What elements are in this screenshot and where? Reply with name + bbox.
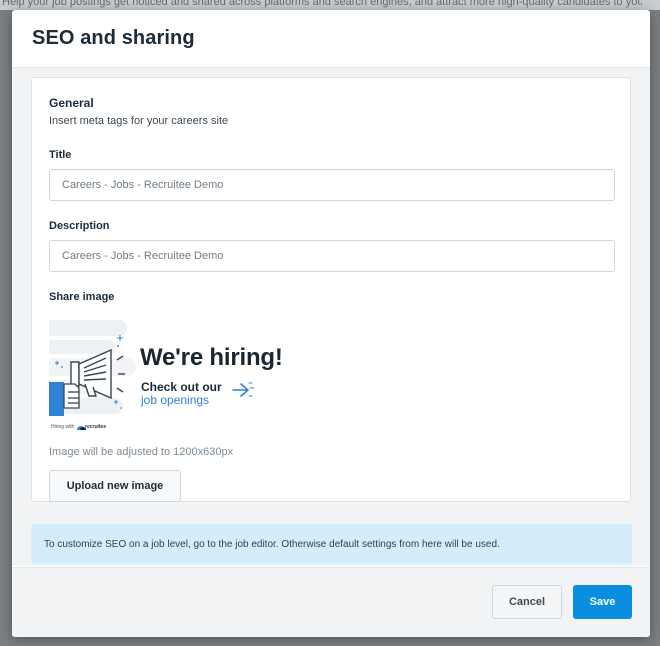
modal-header: SEO and sharing	[12, 10, 650, 68]
modal-body: General Insert meta tags for your career…	[12, 68, 650, 566]
share-image-brand: recruitee	[85, 424, 107, 430]
upload-image-button[interactable]: Upload new image	[49, 470, 181, 502]
backdrop-overlay: Help your job postings get noticed and s…	[0, 0, 660, 10]
share-image-line1: Check out our	[141, 380, 222, 394]
section-heading-general: General	[49, 96, 94, 110]
share-image-headline: We're hiring!	[140, 344, 283, 371]
title-input[interactable]	[49, 169, 615, 201]
info-banner-text: To customize SEO on a job level, go to t…	[44, 538, 500, 550]
modal-footer: Cancel Save	[12, 567, 650, 637]
seo-sharing-modal: SEO and sharing General Insert meta tags…	[12, 10, 650, 637]
modal-title: SEO and sharing	[32, 27, 195, 49]
description-input[interactable]	[49, 240, 615, 272]
share-image-line2: job openings	[141, 393, 210, 407]
sleeve-shape	[49, 382, 64, 416]
backdrop-text: Help your job postings get noticed and s…	[2, 0, 642, 8]
general-settings-card: General Insert meta tags for your career…	[31, 77, 631, 502]
section-subtitle: Insert meta tags for your careers site	[49, 115, 229, 127]
cancel-button[interactable]: Cancel	[492, 585, 562, 619]
title-label: Title	[49, 149, 72, 161]
share-image-preview: We're hiring! Check out our job openings…	[49, 310, 289, 438]
share-image-label: Share image	[49, 291, 115, 303]
description-label: Description	[49, 220, 110, 232]
save-button[interactable]: Save	[573, 585, 632, 619]
info-banner: To customize SEO on a job level, go to t…	[31, 524, 632, 564]
share-image-hiring-with: Hiring with	[51, 424, 75, 430]
arrow-right-icon	[232, 382, 255, 397]
image-size-note: Image will be adjusted to 1200x630px	[49, 446, 234, 458]
hiring-illustration	[49, 310, 255, 438]
